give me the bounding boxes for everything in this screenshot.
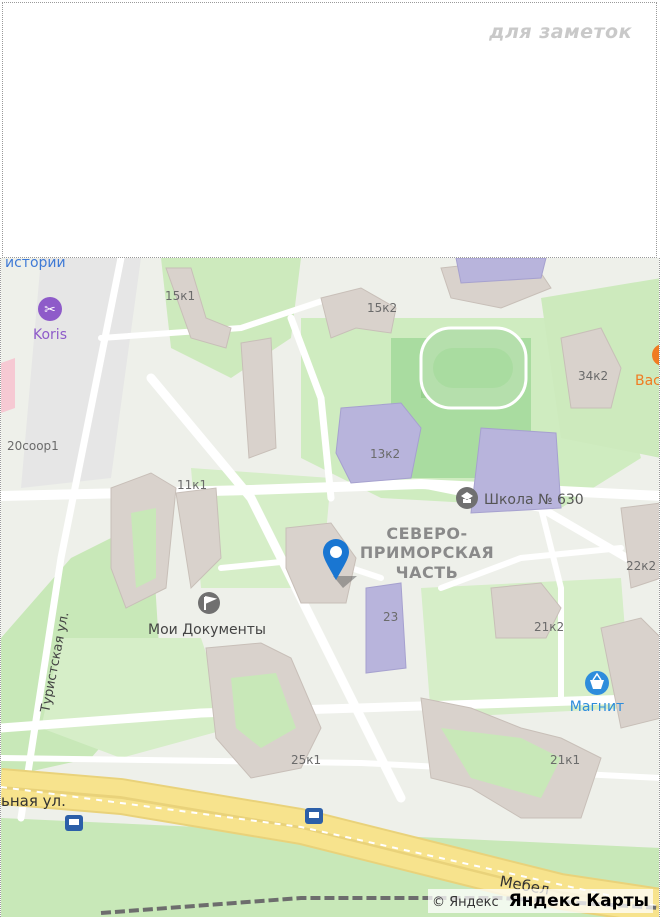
building-label: 34к2: [578, 369, 608, 383]
map-canvas[interactable]: 15к1 15к2 34к2 20соор1 13к2 11к1 22к2 23…: [1, 258, 660, 917]
building-label: 21к1: [550, 753, 580, 767]
yandex-maps-logo[interactable]: Яндекс Карты: [509, 891, 649, 911]
map-view[interactable]: 15к1 15к2 34к2 20соор1 13к2 11к1 22к2 23…: [0, 258, 660, 917]
building-label: 22к2: [626, 559, 656, 573]
building-label: 11к1: [177, 478, 207, 492]
notes-area[interactable]: для заметок: [2, 2, 657, 258]
district-label: ЧАСТЬ: [396, 563, 459, 582]
district-label: ПРИМОРСКАЯ: [360, 543, 494, 562]
building-label: 15к2: [367, 301, 397, 315]
poi-label-docs[interactable]: Мои Документы: [148, 622, 266, 638]
building-label: 25к1: [291, 753, 321, 767]
bus-stop-icon[interactable]: [305, 808, 323, 824]
street-label-left: ьная ул.: [1, 792, 66, 810]
building-label: 13к2: [370, 447, 400, 461]
poi-label-school[interactable]: Школа № 630: [484, 492, 584, 508]
building-label: 23: [383, 610, 398, 624]
map-attribution: © Яндекс Яндекс Карты: [427, 889, 653, 913]
poi-label-vas[interactable]: Вас: [635, 373, 660, 389]
district-label: СЕВЕРО-: [386, 524, 467, 543]
page: для заметок 15к1 15к2 34к2 20соор1 13к2 …: [0, 0, 660, 917]
poi-label-magnit[interactable]: Магнит: [570, 699, 624, 715]
poi-label-koris[interactable]: Koris: [33, 327, 67, 343]
notes-label: для заметок: [489, 21, 632, 43]
building-label: 20соор1: [7, 439, 59, 453]
bus-stop-icon[interactable]: [65, 815, 83, 831]
copyright-text: © Яндекс: [431, 895, 499, 910]
building-label: 15к1: [165, 289, 195, 303]
svg-text:✂: ✂: [44, 302, 56, 318]
building-label: 21к2: [534, 620, 564, 634]
flag-icon[interactable]: [198, 592, 220, 614]
poi-label-istorii[interactable]: истории: [5, 258, 66, 271]
